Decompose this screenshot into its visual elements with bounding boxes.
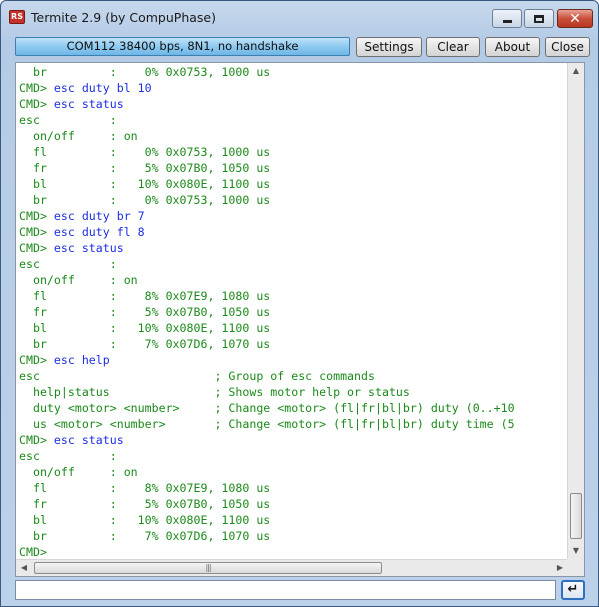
command-text: esc duty br 7 [53,209,145,223]
output-line: br : 0% 0x0753, 1000 us [19,65,271,79]
command-line: CMD> esc status [19,432,567,448]
vertical-scrollbar[interactable]: ▲ ▼ [567,63,584,559]
settings-button[interactable]: Settings [356,37,422,57]
command-prompt: CMD> [19,353,54,367]
minimize-icon [502,19,512,23]
command-prompt: CMD> [19,209,54,223]
output-line: us <motor> <number> ; Change <motor> (fl… [19,417,515,431]
maximize-button[interactable] [524,9,554,28]
command-text: esc status [53,241,124,255]
output-line: bl : 10% 0x080E, 1100 us [19,513,271,527]
close-icon: ✕ [569,10,581,27]
output-line: fr : 5% 0x07B0, 1050 us [19,497,271,511]
output-line: esc ; Group of esc commands [19,369,375,383]
close-window-button[interactable]: ✕ [557,9,593,28]
command-text: esc duty fl 8 [53,225,145,239]
scroll-down-icon[interactable]: ▼ [568,543,584,559]
output-line: esc : [19,113,117,127]
output-line: on/off : on [19,129,138,143]
vertical-scroll-thumb[interactable] [570,493,582,539]
output-line: duty <motor> <number> ; Change <motor> (… [19,401,515,415]
command-text: esc help [53,353,110,367]
port-status-button[interactable]: COM112 38400 bps, 8N1, no handshake [15,37,350,56]
output-line: bl : 10% 0x080E, 1100 us [19,177,271,191]
command-prompt: CMD> [19,545,54,559]
command-line: CMD> esc status [19,240,567,256]
terminal-output[interactable]: br : 0% 0x0753, 1000 us CMD> esc duty bl … [15,62,585,577]
command-prompt: CMD> [19,225,54,239]
command-prompt: CMD> [19,81,54,95]
send-button[interactable]: ↵ [561,580,585,600]
command-line: CMD> esc status [19,96,567,112]
output-line: help|status ; Shows motor help or status [19,385,410,399]
output-line: esc : [19,257,117,271]
horizontal-scrollbar[interactable]: ◀ ||| ▶ [16,559,568,576]
termite-window: RS Termite 2.9 (by CompuPhase) ✕ COM112 … [0,0,599,607]
maximize-icon [534,14,544,23]
command-text: esc duty bl 10 [53,81,152,95]
termite-app-icon: RS [9,10,25,24]
command-prompt: CMD> [19,433,54,447]
command-line: CMD> esc duty fl 8 [19,224,567,240]
output-line: br : 7% 0x07D6, 1070 us [19,529,271,543]
output-line: fr : 5% 0x07B0, 1050 us [19,305,271,319]
output-line: on/off : on [19,465,138,479]
command-line: CMD> esc duty bl 10 [19,80,567,96]
scroll-right-icon[interactable]: ▶ [552,560,568,576]
command-text: esc status [53,97,124,111]
output-line: on/off : on [19,273,138,287]
enter-icon: ↵ [567,582,579,597]
close-button[interactable]: Close [545,37,590,57]
scrollbar-corner [567,559,584,576]
scroll-left-icon[interactable]: ◀ [16,560,32,576]
output-line: br : 0% 0x0753, 1000 us [19,193,271,207]
window-title: Termite 2.9 (by CompuPhase) [31,10,216,25]
command-text: esc status [53,433,124,447]
command-line: CMD> esc help [19,352,567,368]
output-line: fl : 8% 0x07E9, 1080 us [19,481,271,495]
horizontal-scroll-thumb[interactable]: ||| [34,562,382,574]
output-line: esc : [19,449,117,463]
output-line: fr : 5% 0x07B0, 1050 us [19,161,271,175]
clear-button[interactable]: Clear [426,37,480,57]
output-line: bl : 10% 0x080E, 1100 us [19,321,271,335]
command-input[interactable] [15,580,556,600]
output-line: fl : 8% 0x07E9, 1080 us [19,289,271,303]
terminal-lines: br : 0% 0x0753, 1000 us CMD> esc duty bl … [19,64,567,559]
scroll-up-icon[interactable]: ▲ [568,63,584,79]
command-prompt: CMD> [19,97,54,111]
minimize-button[interactable] [492,9,522,28]
command-prompt: CMD> [19,241,54,255]
input-row: ↵ [15,580,590,601]
about-button[interactable]: About [485,37,540,57]
output-line: br : 7% 0x07D6, 1070 us [19,337,271,351]
command-line: CMD> [19,544,567,559]
output-line: fl : 0% 0x0753, 1000 us [19,145,271,159]
title-bar[interactable]: RS Termite 2.9 (by CompuPhase) ✕ [1,1,598,33]
toolbar: COM112 38400 bps, 8N1, no handshake Sett… [15,37,590,57]
command-line: CMD> esc duty br 7 [19,208,567,224]
